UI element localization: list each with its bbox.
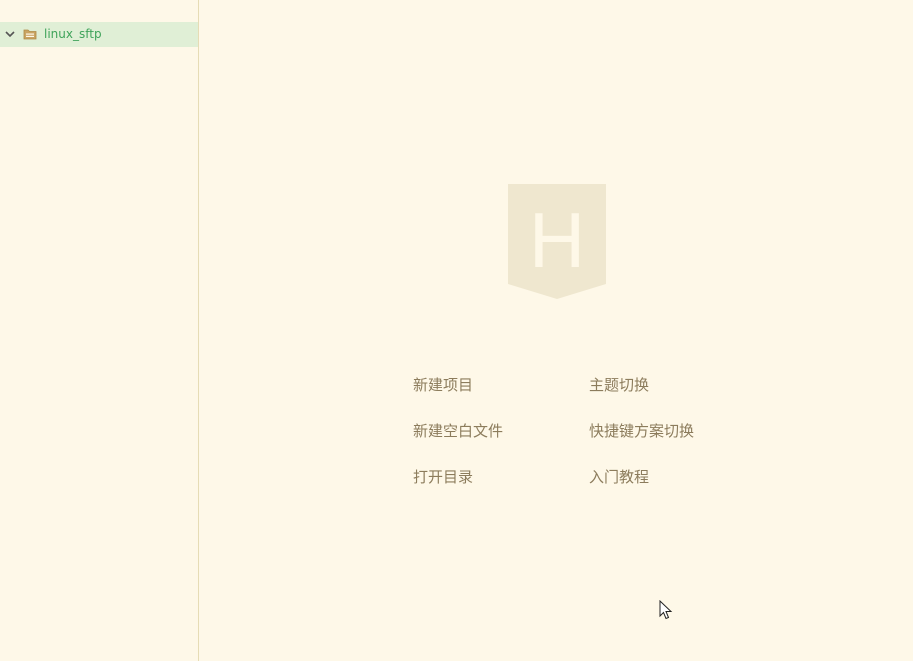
project-sidebar: linux_sftp: [0, 0, 199, 661]
project-tree-label: linux_sftp: [44, 27, 102, 41]
new-blank-file-link[interactable]: 新建空白文件: [413, 421, 503, 441]
getting-started-link[interactable]: 入门教程: [589, 467, 649, 487]
welcome-panel: H 新建项目 新建空白文件 打开目录 主题切换 快捷键方案切换 入门教程: [199, 0, 913, 661]
theme-switch-link[interactable]: 主题切换: [589, 375, 649, 395]
chevron-down-icon[interactable]: [4, 28, 16, 40]
hbuilder-logo-icon: H: [508, 184, 606, 299]
keymap-switch-link[interactable]: 快捷键方案切换: [589, 421, 694, 441]
logo-letter: H: [529, 196, 585, 284]
mouse-pointer-icon: [659, 600, 673, 620]
open-directory-link[interactable]: 打开目录: [413, 467, 473, 487]
editor-window: linux_sftp H 新建项目 新建空白文件 打开目录 主题切换 快捷键方案…: [0, 0, 913, 661]
new-project-link[interactable]: 新建项目: [413, 375, 473, 395]
folder-icon: [23, 29, 37, 40]
project-tree-item[interactable]: linux_sftp: [0, 22, 198, 47]
